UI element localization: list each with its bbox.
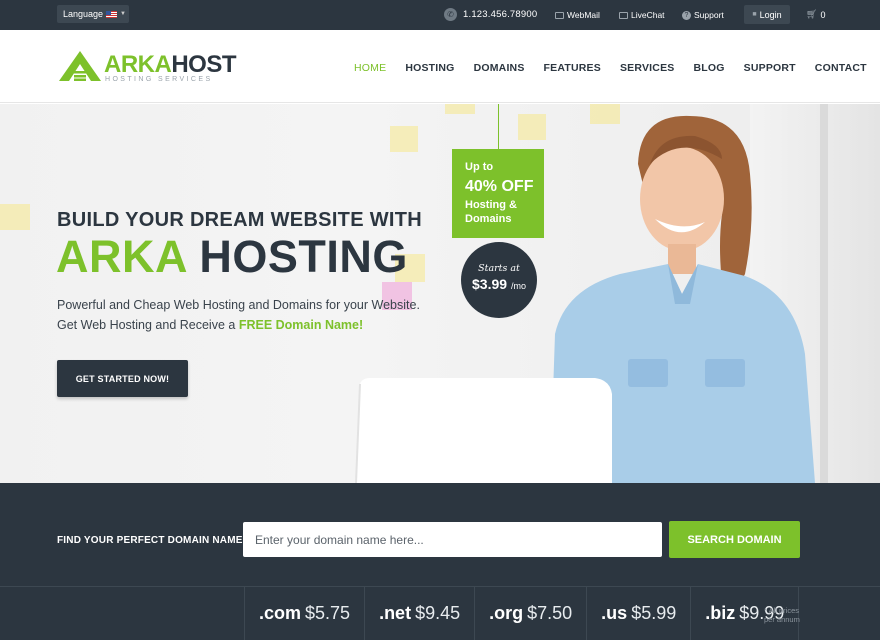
tld-ext: .org: [489, 602, 524, 623]
hero-paragraph: Powerful and Cheap Web Hosting and Domai…: [57, 295, 420, 335]
webmail-link[interactable]: WebMail: [555, 10, 600, 20]
tld-item-org: .org $7.50: [474, 586, 586, 640]
logo-name-part2: HOST: [171, 51, 236, 78]
main-nav: HOME HOSTING DOMAINS FEATURES SERVICES B…: [354, 62, 880, 74]
domain-search-label: FIND YOUR PERFECT DOMAIN NAME:: [57, 535, 247, 546]
login-button[interactable]: ■ Login: [744, 5, 790, 24]
livechat-link[interactable]: LiveChat: [619, 10, 665, 20]
price-note-line1: * All prices: [764, 606, 800, 615]
us-flag-icon: [106, 10, 118, 18]
nav-item-contact[interactable]: CONTACT: [815, 62, 867, 74]
hero-paragraph-line1: Powerful and Cheap Web Hosting and Domai…: [57, 298, 420, 312]
woman-with-laptop-image: [355, 104, 880, 483]
promo-line2: Domains: [465, 213, 512, 225]
promo-hanger-line: [498, 104, 499, 149]
domain-search-input[interactable]: [243, 522, 662, 557]
tld-ext: .net: [379, 602, 412, 623]
nav-item-domains[interactable]: DOMAINS: [474, 62, 525, 74]
tld-price: $7.50: [527, 602, 573, 623]
domain-search-section: FIND YOUR PERFECT DOMAIN NAME: SEARCH DO…: [0, 483, 880, 640]
house-logo-icon: [59, 51, 101, 81]
promo-banner: Up to 40% OFF Hosting & Domains: [452, 149, 544, 238]
price-note-line2: per annum: [764, 615, 800, 624]
nav-item-hosting[interactable]: HOSTING: [405, 62, 454, 74]
mail-icon: [555, 11, 564, 19]
help-icon: ?: [682, 10, 691, 20]
hero-paragraph-line2-prefix: Get Web Hosting and Receive a: [57, 318, 236, 332]
cart-icon: 🛒︎: [806, 9, 818, 19]
price-badge-unit: /mo: [510, 281, 526, 291]
hero-heading-word1: ARKA: [56, 231, 187, 282]
tld-item-us: .us $5.99: [586, 586, 690, 640]
support-label: Support: [694, 10, 724, 20]
price-badge-starts: Starts at: [478, 263, 520, 274]
promo-upto: Up to: [465, 161, 494, 173]
top-bar: Language ▼ ✆ 1.123.456.78900 WebMail Liv…: [0, 0, 880, 30]
logo-text: ARKAHOST: [104, 51, 236, 79]
lock-icon: ■: [752, 11, 757, 18]
chevron-down-icon: ▼: [120, 11, 126, 17]
tld-ext: .biz: [705, 602, 736, 623]
cart-count: 0: [820, 9, 826, 20]
nav-item-blog[interactable]: BLOG: [693, 62, 724, 74]
promo-discount: 40% OFF: [465, 178, 534, 195]
logo[interactable]: ARKAHOST HOSTING SERVICES: [59, 49, 236, 85]
nav-item-support[interactable]: SUPPORT: [744, 62, 796, 74]
phone-icon: ✆: [444, 8, 457, 21]
tld-ext: .us: [601, 602, 628, 623]
tld-price-list: .com $5.75 .net $9.45 .org $7.50 .us $5.99 .…: [244, 586, 800, 640]
tld-price: $5.75: [305, 602, 351, 623]
get-started-button[interactable]: GET STARTED NOW!: [57, 360, 188, 397]
site-header: ARKAHOST HOSTING SERVICES HOME HOSTING D…: [0, 30, 880, 103]
price-badge-price: $3.99 /mo: [461, 276, 537, 292]
nav-item-features[interactable]: FEATURES: [544, 62, 601, 74]
hero-heading-line1: BUILD YOUR DREAM WEBSITE WITH: [57, 209, 422, 231]
logo-tagline: HOSTING SERVICES: [105, 76, 213, 83]
phone-number: 1.123.456.78900: [463, 9, 538, 20]
language-label: Language: [63, 9, 104, 19]
hero-paragraph-line2: Get Web Hosting and Receive a FREE Domai…: [57, 315, 420, 335]
search-domain-button[interactable]: SEARCH DOMAIN: [669, 521, 800, 558]
tld-price: $9.45: [415, 602, 461, 623]
price-badge-amount: $3.99: [472, 276, 508, 292]
login-label: Login: [759, 9, 782, 20]
chat-icon: [619, 11, 628, 19]
cart-link[interactable]: 🛒︎ 0: [806, 9, 825, 20]
hero-section: BUILD YOUR DREAM WEBSITE WITH ARKA HOSTI…: [0, 104, 880, 483]
support-link[interactable]: ? Support: [682, 10, 724, 20]
free-domain-highlight: FREE Domain Name!: [238, 318, 364, 332]
webmail-label: WebMail: [567, 10, 600, 20]
hero-heading-word2: HOSTING: [199, 231, 408, 282]
promo-line1: Hosting &: [465, 199, 517, 211]
tld-item-com: .com $5.75: [244, 586, 364, 640]
nav-item-home[interactable]: HOME: [354, 62, 386, 74]
price-badge: Starts at $3.99 /mo: [461, 242, 537, 318]
price-note: * All prices per annum: [764, 606, 800, 624]
logo-name-part1: ARKA: [104, 51, 172, 78]
tld-item-net: .net $9.45: [364, 586, 474, 640]
tld-ext: .com: [259, 602, 302, 623]
sticky-note-decoration: [0, 204, 30, 230]
hero-heading-main: ARKA HOSTING: [56, 231, 408, 283]
tld-price: $5.99: [631, 602, 677, 623]
language-selector[interactable]: Language ▼: [57, 5, 129, 23]
nav-item-services[interactable]: SERVICES: [620, 62, 675, 74]
livechat-label: LiveChat: [631, 10, 665, 20]
